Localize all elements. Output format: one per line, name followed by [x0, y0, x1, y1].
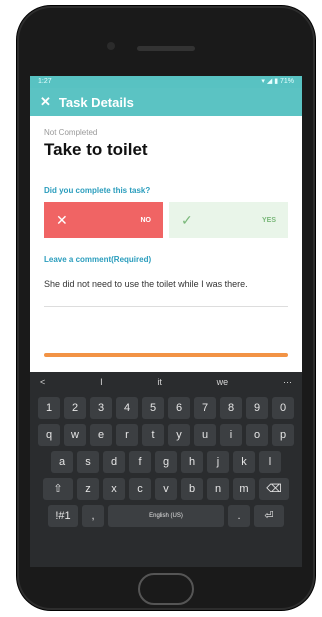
key-n[interactable]: n [207, 478, 229, 500]
close-icon[interactable]: ✕ [40, 94, 51, 110]
more-icon[interactable]: ⋯ [283, 377, 292, 388]
key-4[interactable]: 4 [116, 397, 138, 419]
key-j[interactable]: j [207, 451, 229, 473]
key-y[interactable]: y [168, 424, 190, 446]
period-key[interactable]: . [228, 505, 250, 527]
phone-frame: 1:27 ▾ ◢ ▮ 71% ✕ Task Details Not Comple… [17, 6, 315, 610]
comment-input[interactable]: She did not need to use the toilet while… [44, 278, 288, 307]
shift-icon[interactable]: ⇧ [43, 478, 73, 500]
home-button[interactable] [138, 573, 194, 605]
key-f[interactable]: f [129, 451, 151, 473]
key-q[interactable]: q [38, 424, 60, 446]
no-button-label: NO [140, 216, 152, 224]
task-title: Take to toilet [44, 140, 148, 159]
key-0[interactable]: 0 [272, 397, 294, 419]
front-camera [107, 42, 115, 50]
key-3[interactable]: 3 [90, 397, 112, 419]
earpiece-speaker [137, 46, 195, 51]
key-t[interactable]: t [142, 424, 164, 446]
number-row: 1 2 3 4 5 6 7 8 9 0 [30, 397, 302, 419]
key-c[interactable]: c [129, 478, 151, 500]
status-bar: 1:27 ▾ ◢ ▮ 71% [30, 76, 302, 88]
key-8[interactable]: 8 [220, 397, 242, 419]
on-screen-keyboard: < I it we ⋯ 1 2 3 4 5 6 7 8 9 0 q w e r … [30, 372, 302, 567]
backspace-icon[interactable]: ⌫ [259, 478, 289, 500]
key-7[interactable]: 7 [194, 397, 216, 419]
key-w[interactable]: w [64, 424, 86, 446]
key-a[interactable]: a [51, 451, 73, 473]
comma-key[interactable]: , [82, 505, 104, 527]
key-9[interactable]: 9 [246, 397, 268, 419]
key-m[interactable]: m [233, 478, 255, 500]
key-5[interactable]: 5 [142, 397, 164, 419]
key-z[interactable]: z [77, 478, 99, 500]
bottom-row: !#1 , English (US) . ⏎ [30, 505, 302, 527]
letter-row-z: ⇧ z x c v b n m ⌫ [30, 478, 302, 500]
suggestion-item[interactable]: I [100, 377, 103, 387]
status-time: 1:27 [38, 78, 52, 85]
no-button[interactable]: ✕ NO [44, 202, 163, 238]
key-d[interactable]: d [103, 451, 125, 473]
letter-row-q: q w e r t y u i o p [30, 424, 302, 446]
check-icon: ✓ [181, 211, 193, 228]
key-i[interactable]: i [220, 424, 242, 446]
key-v[interactable]: v [155, 478, 177, 500]
key-o[interactable]: o [246, 424, 268, 446]
yes-button[interactable]: ✓ YES [169, 202, 288, 238]
letter-row-a: a s d f g h j k l [30, 451, 302, 473]
screen: 1:27 ▾ ◢ ▮ 71% ✕ Task Details Not Comple… [30, 76, 302, 567]
key-s[interactable]: s [77, 451, 99, 473]
suggestion-item[interactable]: we [217, 377, 229, 387]
close-icon: ✕ [56, 211, 68, 228]
key-6[interactable]: 6 [168, 397, 190, 419]
key-g[interactable]: g [155, 451, 177, 473]
comment-label: Leave a comment(Required) [44, 255, 152, 264]
task-status-label: Not Completed [44, 128, 98, 137]
key-k[interactable]: k [233, 451, 255, 473]
suggestion-back-icon[interactable]: < [40, 377, 45, 387]
key-2[interactable]: 2 [64, 397, 86, 419]
enter-icon[interactable]: ⏎ [254, 505, 284, 527]
key-x[interactable]: x [103, 478, 125, 500]
key-r[interactable]: r [116, 424, 138, 446]
key-1[interactable]: 1 [38, 397, 60, 419]
key-h[interactable]: h [181, 451, 203, 473]
completion-question: Did you complete this task? [44, 186, 151, 195]
status-icons: ▾ ◢ ▮ 71% [261, 78, 294, 85]
suggestion-strip: < I it we ⋯ [30, 372, 302, 392]
symbols-key[interactable]: !#1 [48, 505, 78, 527]
key-e[interactable]: e [90, 424, 112, 446]
progress-bar [44, 353, 288, 357]
key-b[interactable]: b [181, 478, 203, 500]
task-content: Not Completed Take to toilet Did you com… [30, 128, 302, 307]
app-bar-title: Task Details [58, 94, 134, 110]
yes-button-label: YES [261, 216, 276, 224]
space-key[interactable]: English (US) [108, 505, 224, 527]
app-bar: ✕ Task Details [30, 88, 302, 116]
answer-buttons: ✕ NO ✓ YES [44, 202, 288, 238]
key-p[interactable]: p [272, 424, 294, 446]
suggestion-item[interactable]: it [157, 377, 162, 387]
key-u[interactable]: u [194, 424, 216, 446]
key-l[interactable]: l [259, 451, 281, 473]
